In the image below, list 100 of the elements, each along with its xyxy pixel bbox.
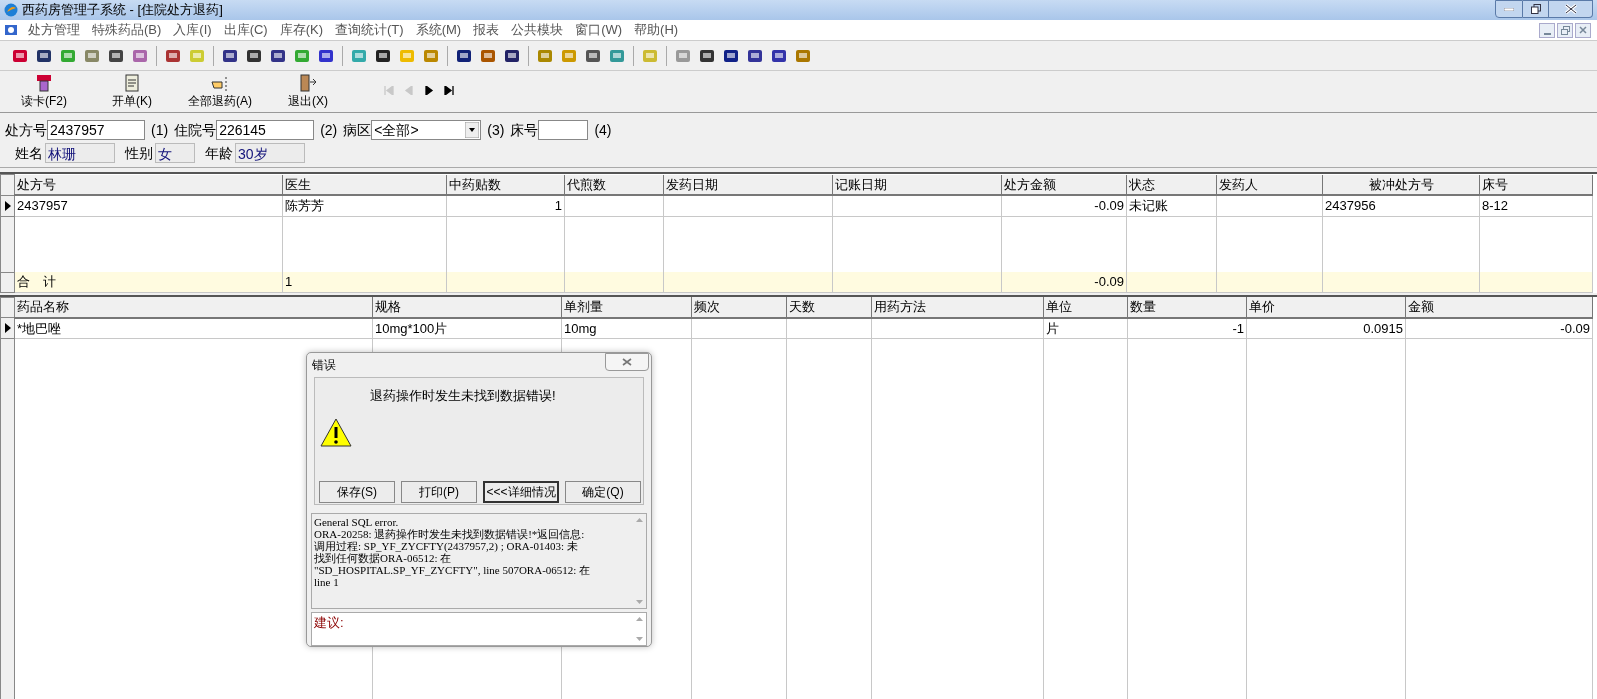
toolbar-icon (479, 47, 496, 64)
table-cell-text: 1 (553, 197, 562, 215)
toolbar-action-button[interactable]: 全部退药(A) (176, 76, 264, 109)
column-header[interactable]: 金额 (1408, 299, 1434, 314)
table-cell-text: -0.09 (1093, 197, 1124, 215)
field-hint: (1) (151, 120, 169, 140)
column-header[interactable]: 数量 (1130, 299, 1156, 314)
dialog-button[interactable]: 保存(S) (319, 481, 395, 503)
scroll-down-icon (635, 637, 643, 641)
error-details: General SQL error. ORA-20258: 退药操作时发生未找到数据错误!*返回信息: 调用过程: SP_YF_ZYCFTY(2437957,2) ; ORA-01403: 未 找到任何数据ORA-06512: 在 "SD_HOSPITAL.SP_YF_ZYCFTY", line 507ORA-06512: 在 line 1 (313, 515, 592, 590)
read-only-field: 林珊 (45, 143, 115, 163)
table-cell-text: 8-12 (1482, 197, 1510, 215)
text-field[interactable]: 2437957 (47, 120, 145, 140)
toolbar-icon (455, 47, 472, 64)
field-hint: (2) (320, 120, 338, 140)
menu-item[interactable]: 特殊药品(B) (86, 20, 168, 40)
field-label: 性别 (125, 143, 153, 163)
document-icon (124, 74, 140, 92)
toolbar-icon (350, 47, 367, 64)
row-header[interactable] (0, 195, 15, 216)
skip-arrow-icon (384, 85, 394, 95)
toolbar-icon (245, 47, 262, 64)
menu-item[interactable]: 报表 (467, 20, 506, 40)
document-menu-icon (4, 23, 18, 37)
column-header[interactable]: 规格 (375, 299, 401, 314)
dialog-button[interactable]: 打印(P) (401, 481, 477, 503)
window-title: 西药房管理子系统 - [住院处方退药] (22, 1, 223, 20)
toolbar-icon (293, 47, 310, 64)
close-button[interactable] (605, 353, 649, 371)
column-header[interactable]: 频次 (694, 299, 720, 314)
table-cell-text: 未记账 (1129, 197, 1169, 215)
scroll-up-icon (635, 617, 643, 621)
toolbar-icon (131, 47, 148, 64)
column-header[interactable]: 医生 (285, 176, 311, 192)
toolbar-icon (11, 47, 28, 64)
toolbar-icon (59, 47, 76, 64)
toolbar-icon (221, 47, 238, 64)
toolbar-icon (269, 47, 286, 64)
row-header[interactable] (0, 317, 15, 339)
dialog-button[interactable]: <<<详细情况 (483, 481, 559, 503)
toolbar-action-button[interactable]: 开单(K) (88, 74, 176, 109)
table-cell-text: 0.0915 (1362, 319, 1403, 338)
field-label: 病区 (343, 120, 372, 140)
toolbar-icon (698, 47, 715, 64)
toolbar-icon (746, 47, 763, 64)
field-label: 床号 (510, 120, 539, 140)
error-message: 退药操作时发生未找到数据错误! (370, 387, 556, 405)
toolbar-icon (584, 47, 601, 64)
table-cell-text: 合 计 (17, 273, 57, 291)
exit-door-icon (299, 74, 317, 92)
table-cell-text: 2437956 (1325, 197, 1377, 215)
toolbar-icon (608, 47, 625, 64)
column-header[interactable]: 单价 (1249, 299, 1275, 314)
toolbar-icon (722, 47, 739, 64)
toolbar-icon (164, 47, 181, 64)
menu-item[interactable]: 查询统计(T) (329, 20, 410, 40)
toolbar-icon (794, 47, 811, 64)
toolbar-icon (83, 47, 100, 64)
close-button[interactable] (1549, 0, 1593, 18)
restore-icon (1560, 25, 1570, 35)
table-cell-text: 2437957 (17, 197, 69, 215)
table-cell-text: 10mg (564, 319, 598, 338)
close-button[interactable] (1575, 22, 1591, 38)
toolbar-action-button[interactable]: 退出(X) (264, 74, 352, 109)
menu-item[interactable]: 入库(I) (167, 20, 218, 40)
text-field[interactable] (538, 120, 589, 140)
card-reader-icon (36, 74, 52, 92)
toolbar-icon (422, 47, 439, 64)
field-label: 住院号 (174, 120, 217, 140)
restore-button[interactable] (1523, 0, 1549, 18)
menu-item[interactable]: 帮助(H) (628, 20, 685, 40)
column-header[interactable]: 药品名称 (17, 299, 69, 314)
toolbar-icon (35, 47, 52, 64)
app-logo-icon (4, 3, 18, 17)
dialog-button[interactable]: 确定(Q) (565, 481, 641, 503)
table-cell-text: -1 (1231, 319, 1244, 338)
menu-item[interactable]: 处方管理 (22, 20, 86, 40)
column-header[interactable]: 处方号 (17, 176, 56, 192)
text-field[interactable]: 226145 (216, 120, 315, 140)
close-icon (622, 358, 632, 366)
menu-item[interactable]: 公共模块 (505, 20, 570, 40)
menu-item[interactable]: 库存(K) (273, 20, 329, 40)
minimize-button[interactable] (1539, 22, 1555, 38)
menu-item[interactable]: 窗口(W) (569, 20, 629, 40)
table-cell-text: 1 (285, 273, 294, 291)
menu-item[interactable]: 系统(M) (409, 20, 468, 40)
field-hint: (3) (487, 120, 505, 140)
toolbar-icon (770, 47, 787, 64)
toolbar-icon (560, 47, 577, 64)
field-label: 处方号 (5, 120, 47, 140)
field-hint: (4) (594, 120, 612, 140)
menu-item[interactable]: 出库(C) (217, 20, 274, 40)
table-cell-text: -0.09 (1559, 319, 1590, 338)
scroll-down-icon (635, 600, 643, 604)
toolbar-icon (674, 47, 691, 64)
column-header[interactable]: 床号 (1482, 176, 1508, 192)
ward-dropdown[interactable]: <全部> (371, 120, 482, 140)
row-pointer-icon (4, 200, 11, 211)
toolbar-action-button[interactable]: 读卡(F2) (0, 74, 88, 109)
table-cell-text: 片 (1046, 319, 1060, 338)
